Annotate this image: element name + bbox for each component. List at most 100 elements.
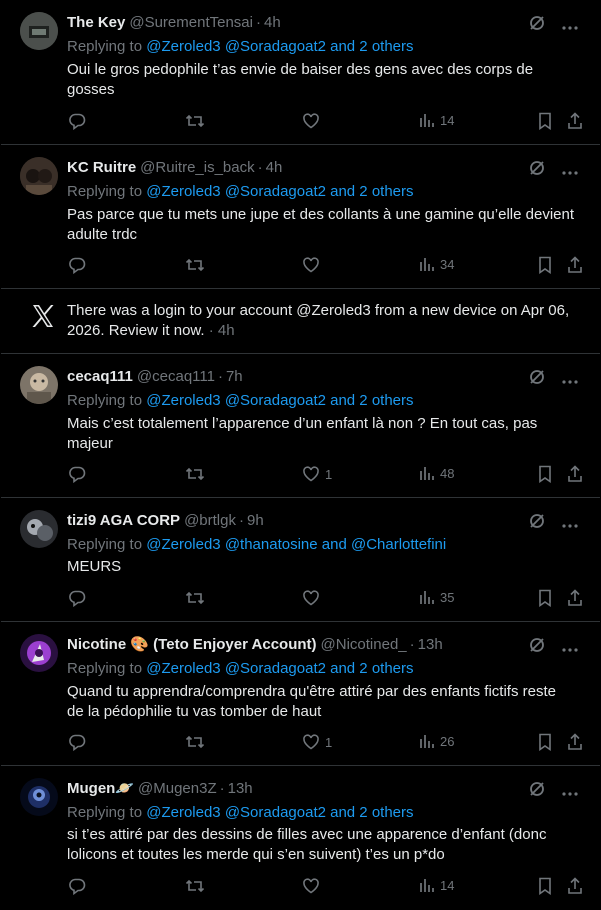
retweet-button[interactable] — [185, 733, 205, 751]
tweet[interactable]: tizi9 AGA CORP @brtlgk · 9h Replying to @Ze… — [1, 498, 600, 622]
retweet-button[interactable] — [185, 877, 205, 895]
author-handle[interactable]: @Nicotined_ — [321, 636, 407, 653]
views-icon — [420, 591, 434, 604]
bookmark-button[interactable] — [538, 589, 552, 607]
avatar[interactable] — [20, 12, 58, 50]
tweet[interactable]: cecaq111 @cecaq111 · 7h Replying to @Zerole… — [1, 354, 600, 498]
bookmark-button[interactable] — [538, 877, 552, 895]
author-name[interactable]: Mugen🪐 — [67, 780, 134, 797]
views-button[interactable]: 26 — [419, 733, 454, 749]
tweet[interactable]: KC Ruitre @Ruitre_is_back · 4h Replying to … — [1, 145, 600, 289]
timestamp[interactable]: 9h — [247, 512, 264, 529]
share-icon — [568, 256, 582, 273]
timestamp[interactable]: 4h — [266, 159, 283, 176]
views-button[interactable]: 35 — [419, 589, 454, 605]
more-icon[interactable] — [562, 17, 578, 35]
reply-button[interactable] — [68, 256, 86, 274]
like-button[interactable] — [302, 589, 325, 607]
tweet-actions: 14 — [67, 877, 587, 897]
tweet[interactable]: The Key @SurementTensai · 4h Replying to @Z… — [1, 0, 600, 145]
like-button[interactable] — [302, 256, 325, 274]
avatar[interactable] — [20, 366, 58, 404]
share-button[interactable] — [567, 465, 583, 483]
more-icon[interactable] — [562, 515, 578, 533]
reply-mentions[interactable]: @Zeroled3 @thanatosine and @Charlottefin… — [146, 536, 446, 553]
timestamp[interactable]: 7h — [226, 368, 243, 385]
bookmark-button[interactable] — [538, 733, 552, 751]
author-handle[interactable]: @Ruitre_is_back — [140, 159, 254, 176]
author-handle[interactable]: @Mugen3Z — [138, 780, 217, 797]
bookmark-button[interactable] — [538, 465, 552, 483]
views-button[interactable]: 14 — [419, 877, 454, 893]
views-icon — [420, 735, 434, 748]
grok-icon[interactable] — [528, 368, 546, 391]
author-name[interactable]: The Key — [67, 14, 125, 31]
more-icon[interactable] — [562, 639, 578, 657]
tweet[interactable]: Mugen🪐 @Mugen3Z · 13h Replying to @Zeroled3… — [1, 766, 600, 910]
like-button[interactable]: 1 — [302, 733, 332, 751]
like-button[interactable]: 1 — [302, 465, 332, 483]
author-name[interactable]: Nicotine 🎨 (Teto Enjoyer Account) — [67, 636, 317, 653]
share-button[interactable] — [567, 256, 583, 274]
views-button[interactable]: 14 — [419, 112, 454, 128]
bookmark-button[interactable] — [538, 256, 552, 274]
tweet-actions: 14 — [67, 112, 587, 132]
views-button[interactable]: 34 — [419, 256, 454, 272]
grok-icon[interactable] — [528, 159, 546, 182]
grok-icon[interactable] — [528, 512, 546, 535]
more-icon[interactable] — [562, 783, 578, 801]
avatar[interactable] — [20, 634, 58, 672]
bookmark-button[interactable] — [538, 112, 552, 130]
tweet-header: KC Ruitre @Ruitre_is_back · 4h — [67, 159, 283, 176]
author-handle[interactable]: @brtlgk — [184, 512, 236, 529]
reply-icon — [69, 878, 86, 895]
grok-icon[interactable] — [528, 780, 546, 803]
avatar[interactable] — [20, 778, 58, 816]
views-button[interactable]: 48 — [419, 465, 454, 481]
tweet[interactable]: Nicotine 🎨 (Teto Enjoyer Account) @Nicoti… — [1, 622, 600, 766]
replying-to: Replying to @Zeroled3 @Soradagoat2 and 2… — [67, 183, 414, 200]
reply-mentions[interactable]: @Zeroled3 @Soradagoat2 and 2 others — [146, 183, 413, 200]
replying-to: Replying to @Zeroled3 @Soradagoat2 and 2… — [67, 660, 414, 677]
like-button[interactable] — [302, 112, 325, 130]
reply-mentions[interactable]: @Zeroled3 @Soradagoat2 and 2 others — [146, 392, 413, 409]
reply-icon — [69, 590, 86, 607]
retweet-button[interactable] — [185, 589, 205, 607]
bookmark-icon — [539, 733, 551, 751]
timestamp[interactable]: 13h — [228, 780, 253, 797]
author-name[interactable]: cecaq111 — [67, 368, 133, 385]
more-icon[interactable] — [562, 162, 578, 180]
reply-mentions[interactable]: @Zeroled3 @Soradagoat2 and 2 others — [146, 804, 413, 821]
like-icon — [303, 257, 319, 273]
author-name[interactable]: tizi9 AGA CORP — [67, 512, 180, 529]
reply-button[interactable] — [68, 112, 86, 130]
login-notification[interactable]: There was a login to your account @Zerol… — [1, 289, 600, 354]
bookmark-icon — [539, 112, 551, 130]
reply-button[interactable] — [68, 465, 86, 483]
share-button[interactable] — [567, 589, 583, 607]
grok-icon[interactable] — [528, 636, 546, 659]
reply-mentions[interactable]: @Zeroled3 @Soradagoat2 and 2 others — [146, 660, 413, 677]
reply-button[interactable] — [68, 589, 86, 607]
retweet-button[interactable] — [185, 465, 205, 483]
author-name[interactable]: KC Ruitre — [67, 159, 136, 176]
author-handle[interactable]: @SurementTensai — [129, 14, 253, 31]
more-icon[interactable] — [562, 371, 578, 389]
share-button[interactable] — [567, 733, 583, 751]
avatar[interactable] — [20, 510, 58, 548]
avatar[interactable] — [20, 157, 58, 195]
reply-mentions[interactable]: @Zeroled3 @Soradagoat2 and 2 others — [146, 38, 413, 55]
retweet-button[interactable] — [185, 256, 205, 274]
replying-to: Replying to @Zeroled3 @Soradagoat2 and 2… — [67, 38, 414, 55]
timestamp[interactable]: 4h — [264, 14, 281, 31]
share-button[interactable] — [567, 112, 583, 130]
reply-button[interactable] — [68, 733, 86, 751]
author-handle[interactable]: @cecaq111 — [137, 368, 215, 385]
timestamp[interactable]: 13h — [418, 636, 443, 653]
grok-icon[interactable] — [528, 14, 546, 37]
retweet-button[interactable] — [185, 112, 205, 130]
reply-button[interactable] — [68, 877, 86, 895]
like-button[interactable] — [302, 877, 325, 895]
tweet-top-actions — [528, 368, 578, 391]
share-button[interactable] — [567, 877, 583, 895]
